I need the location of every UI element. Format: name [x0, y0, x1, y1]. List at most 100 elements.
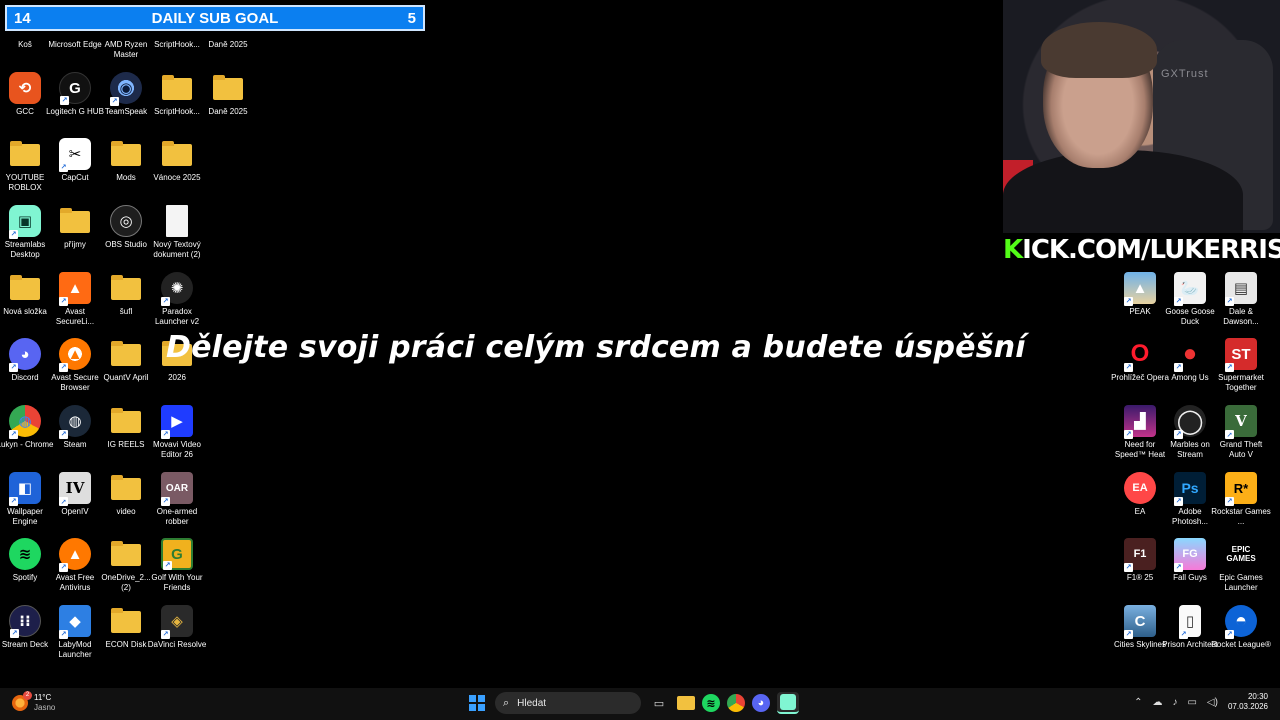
desktop-icon-dale-dawson[interactable]: ▤ Dale & Dawson...	[1214, 272, 1268, 327]
chevron-up-icon[interactable]: ⌃	[1134, 697, 1142, 708]
desktop-icon-goose-goose-duck[interactable]: 🦢 Goose Goose Duck	[1163, 272, 1217, 327]
dale-dawson-icon: ▤	[1225, 272, 1257, 306]
folder-icon	[59, 205, 91, 237]
desktop-icon-video[interactable]: video	[99, 472, 153, 517]
folder-icon	[110, 138, 142, 170]
weather-badge: 2	[23, 691, 32, 700]
paradox-launcher-icon: ✺	[161, 272, 193, 306]
obs-studio-icon: ◎	[110, 205, 142, 237]
desktop-icon-scripthook-2[interactable]: ScriptHook...	[150, 72, 204, 117]
desktop-icon-streamlabs[interactable]: ▣ Streamlabs Desktop	[0, 205, 52, 260]
desktop-icon-mods[interactable]: Mods	[99, 138, 153, 183]
desktop-icon-dane-2[interactable]: Daně 2025	[201, 72, 255, 117]
epic-games-icon: EPIC GAMES	[1225, 538, 1257, 570]
start-button[interactable]	[466, 692, 488, 714]
chrome-taskbar-button[interactable]	[727, 694, 745, 712]
taskbar: 2 11°C Jasno ⌕ Hledat ▭ ≋ ◕ ⌃ ☁ ♪ ▭ ◁) 2…	[0, 688, 1280, 720]
avast-browser-icon: ▲	[59, 338, 91, 372]
desktop-icon-vanoce[interactable]: Vánoce 2025	[150, 138, 204, 183]
desktop-icon-fall-guys[interactable]: FG Fall Guys	[1163, 538, 1217, 583]
desktop-icon-wallpaper-engine[interactable]: ◧ Wallpaper Engine	[0, 472, 52, 527]
desktop-icon-prijmy[interactable]: příjmy	[48, 205, 102, 250]
desktop-icon-supermarket-together[interactable]: ST Supermarket Together	[1214, 338, 1268, 393]
desktop-icon-peak[interactable]: ▲ PEAK	[1113, 272, 1167, 317]
davinci-resolve-icon: ◈	[161, 605, 193, 639]
desktop-icon-onedrive[interactable]: OneDrive_2... (2)	[99, 538, 153, 593]
volume-icon[interactable]: ◁)	[1207, 697, 1218, 708]
discord-taskbar-button[interactable]: ◕	[752, 694, 770, 712]
folder-icon	[161, 72, 193, 104]
desktop-icon-rocket-league[interactable]: ◓ Rocket League®	[1211, 605, 1271, 650]
cloud-icon[interactable]: ☁	[1152, 697, 1162, 708]
file-explorer-button[interactable]	[677, 696, 695, 710]
clock[interactable]: 20:30 07.03.2026	[1228, 692, 1268, 712]
desktop-icon-epic-games[interactable]: EPIC GAMES Epic Games Launcher	[1214, 538, 1268, 593]
desktop-icon-ig-reels[interactable]: IG REELS	[99, 405, 153, 450]
desktop-icon-avast-free[interactable]: ▲ Avast Free Antivirus	[48, 538, 102, 593]
peak-icon: ▲	[1124, 272, 1156, 306]
desktop-icon-labymod[interactable]: ◆ LabyMod Launcher	[48, 605, 102, 660]
desktop-icon-opera[interactable]: O Prohlížeč Opera	[1111, 338, 1169, 383]
desktop-icon-quantv[interactable]: QuantV April	[99, 338, 153, 383]
desktop-icon-gta-v[interactable]: V Grand Theft Auto V	[1214, 405, 1268, 460]
opera-icon: O	[1124, 338, 1156, 372]
taskbar-search[interactable]: ⌕ Hledat	[495, 692, 641, 714]
desktop-icon-openiv[interactable]: IV OpenIV	[48, 472, 102, 517]
desktop-icon-one-armed-robber[interactable]: OAR One-armed robber	[150, 472, 204, 527]
desktop-icon-youtube-roblox[interactable]: YOUTUBE ROBLOX	[0, 138, 52, 193]
desktop-icon-marbles[interactable]: ◯ Marbles on Stream	[1163, 405, 1217, 460]
f1-25-icon: F1	[1124, 538, 1156, 572]
desktop-icon-among-us[interactable]: ● Among Us	[1163, 338, 1217, 383]
desktop-icon-f1-25[interactable]: F1 F1® 25	[1113, 538, 1167, 583]
clock-date: 07.03.2026	[1227, 702, 1268, 711]
desktop-icon-steam[interactable]: ◍ Steam	[48, 405, 102, 450]
desktop-icon-cities-skylines[interactable]: C Cities Skylines	[1113, 605, 1167, 650]
desktop-icon-prison-architect[interactable]: ▯ Prison Architect	[1162, 605, 1218, 650]
desktop-icon-avast-browser[interactable]: ▲ Avast Secure Browser	[48, 338, 102, 393]
weather-description: Jasno	[34, 703, 56, 712]
wallpaper-engine-icon: ◧	[9, 472, 41, 506]
desktop-icon-sufl[interactable]: šufl	[99, 272, 153, 317]
supermarket-together-icon: ST	[1225, 338, 1257, 372]
among-us-icon: ●	[1174, 338, 1206, 372]
microphone-icon[interactable]: ♪	[1172, 697, 1177, 708]
desktop-icon-ea[interactable]: EA EA	[1113, 472, 1167, 517]
folder-icon	[110, 405, 142, 437]
display-icon[interactable]: ▭	[1187, 697, 1196, 708]
kick-channel-banner: KICK.COM/LUKERRIS	[1003, 233, 1280, 267]
desktop-icon-movavi[interactable]: ▶ Movavi Video Editor 26	[150, 405, 204, 460]
desktop-icon-davinci[interactable]: ◈ DaVinci Resolve	[148, 605, 206, 650]
search-icon: ⌕	[503, 696, 510, 709]
desktop-icon-avast-secureline[interactable]: ▲ Avast SecureLi...	[48, 272, 102, 327]
folder-icon	[9, 138, 41, 170]
nfs-heat-icon: ▟	[1124, 405, 1156, 439]
webcam-overlay: GXTrust	[1003, 0, 1280, 233]
desktop-icon-econ-disk[interactable]: ECON Disk	[99, 605, 153, 650]
rockstar-icon: R*	[1225, 472, 1257, 506]
rocket-league-icon: ◓	[1225, 605, 1257, 639]
weather-widget[interactable]: 2 11°C Jasno	[12, 691, 56, 713]
kick-url-rest: ICK.COM/LUKERRIS	[1022, 235, 1280, 265]
movavi-icon: ▶	[161, 405, 193, 439]
marbles-icon: ◯	[1174, 405, 1206, 439]
desktop-icon-teamspeak[interactable]: ◉ TeamSpeak	[99, 72, 153, 117]
text-document-icon	[166, 205, 188, 237]
desktop-icon-logitech[interactable]: G Logitech G HUB	[46, 72, 104, 117]
desktop-icon-golf[interactable]: G Golf With Your Friends	[150, 538, 204, 593]
task-view-button[interactable]: ▭	[648, 692, 670, 714]
streamlabs-taskbar-button[interactable]	[777, 692, 799, 714]
desktop-icon-capcut[interactable]: ✂ CapCut	[48, 138, 102, 183]
openiv-icon: IV	[59, 472, 91, 506]
desktop-icon-nfs-heat[interactable]: ▟ Need for Speed™ Heat	[1113, 405, 1167, 460]
steam-icon: ◍	[59, 405, 91, 439]
subgoal-target-count: 5	[407, 9, 416, 27]
desktop-icon-novy-textovy[interactable]: Nový Textový dokument (2)	[150, 205, 204, 260]
desktop-icon-paradox[interactable]: ✺ Paradox Launcher v2	[150, 272, 204, 327]
desktop-icon-photoshop[interactable]: Ps Adobe Photosh...	[1163, 472, 1217, 527]
desktop-icon-rockstar[interactable]: R* Rockstar Games ...	[1211, 472, 1271, 527]
spotify-taskbar-button[interactable]: ≋	[702, 694, 720, 712]
cities-skylines-icon: C	[1124, 605, 1156, 639]
desktop-icon-obs[interactable]: ◎ OBS Studio	[99, 205, 153, 250]
weather-sun-icon: 2	[12, 691, 32, 711]
streamer-hair	[1041, 22, 1157, 78]
